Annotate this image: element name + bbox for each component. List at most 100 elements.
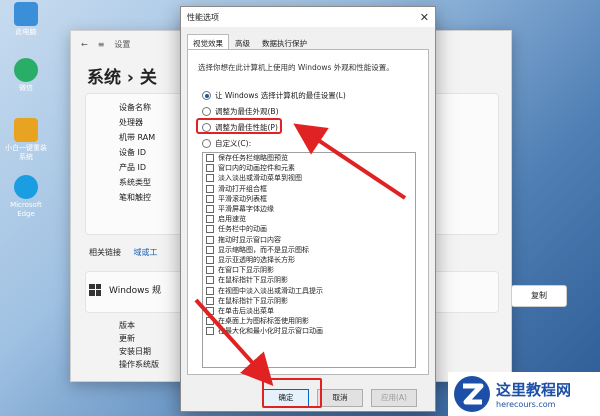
- checkbox[interactable]: [206, 174, 214, 183]
- related-links: 相关链接 域或工: [89, 247, 158, 258]
- visual-effects-list[interactable]: 保存任务栏缩略图预览 窗口内的动画控件和元素 淡入淡出或滑动菜单到视图 滑动打开组合框…: [202, 152, 416, 368]
- radio-label: 调整为最佳外观(B): [215, 107, 279, 116]
- highlight-best-performance: [196, 118, 282, 134]
- radio-label: 让 Windows 选择计算机的最佳设置(L): [215, 91, 346, 100]
- visual-effect-item[interactable]: 启用速览: [203, 214, 415, 224]
- checkbox[interactable]: [206, 154, 214, 163]
- visual-effect-item[interactable]: 在窗口下显示阴影: [203, 265, 415, 275]
- visual-effect-item[interactable]: 显示缩略图，而不是显示图标: [203, 245, 415, 255]
- radio-indicator: [202, 107, 211, 116]
- dialog-titlebar: 性能选项 ✕: [181, 7, 435, 27]
- apply-button[interactable]: 应用(A): [371, 389, 417, 407]
- checkbox[interactable]: [206, 306, 214, 315]
- visual-effect-item[interactable]: 在鼠标指针下显示阴影: [203, 275, 415, 285]
- visual-effect-item[interactable]: 拖动时显示窗口内容: [203, 235, 415, 245]
- dialog-title: 性能选项: [187, 12, 219, 22]
- checkbox[interactable]: [206, 235, 214, 244]
- visual-effect-label: 在视图中淡入淡出或滑动工具提示: [218, 286, 323, 295]
- copy-button[interactable]: 复制: [511, 285, 567, 307]
- intro-text: 选择你想在此计算机上使用的 Windows 外观和性能设置。: [198, 63, 394, 72]
- radio-custom[interactable]: 自定义(C):: [202, 138, 251, 149]
- checkbox[interactable]: [206, 215, 214, 224]
- site-watermark: 这里教程网 herecours.com: [448, 372, 600, 416]
- windows-spec-title: Windows 规: [109, 286, 162, 296]
- visual-effect-label: 显示亚透明的选择长方形: [218, 255, 295, 264]
- checkbox[interactable]: [206, 296, 214, 305]
- visual-effect-item[interactable]: 显示亚透明的选择长方形: [203, 255, 415, 265]
- win-spec-label: 安装日期: [119, 347, 151, 356]
- visual-effect-item[interactable]: 在鼠标指针下显示阴影: [203, 296, 415, 306]
- windows-spec-list: 版本 更新 安装日期 操作系统版: [119, 319, 159, 371]
- visual-effect-label: 淡入淡出或滑动菜单到视图: [218, 174, 302, 183]
- visual-effect-label: 平滑滚动列表框: [218, 194, 267, 203]
- visual-effect-label: 保存任务栏缩略图预览: [218, 154, 288, 163]
- desktop-icon-label: Microsoft Edge: [10, 201, 42, 218]
- checkbox[interactable]: [206, 184, 214, 193]
- wechat-icon: [14, 58, 38, 82]
- checkbox[interactable]: [206, 194, 214, 203]
- visual-effect-item[interactable]: 淡入淡出或滑动菜单到视图: [203, 173, 415, 183]
- checkbox[interactable]: [206, 164, 214, 173]
- edge-icon: [14, 175, 38, 199]
- desktop-icon-wechat[interactable]: 微信: [4, 58, 48, 93]
- desktop-icon-label: 此电脑: [15, 28, 37, 36]
- cancel-button[interactable]: 取消: [317, 389, 363, 407]
- settings-nav-title: 设置: [114, 39, 131, 49]
- radio-indicator: [202, 91, 211, 100]
- visual-effect-label: 滑动打开组合框: [218, 184, 267, 193]
- checkbox[interactable]: [206, 205, 214, 214]
- windows-spec-header: Windows 规: [89, 283, 161, 296]
- related-link-domain[interactable]: 域或工: [134, 248, 158, 257]
- windows-logo-icon: [89, 283, 101, 296]
- visual-effect-label: 在窗口下显示阴影: [218, 266, 274, 275]
- desktop-icon-label: 小白一键重装系统: [5, 144, 47, 161]
- visual-effect-label: 启用速览: [218, 215, 246, 224]
- watermark-cn: 这里教程网: [496, 381, 572, 399]
- visual-effect-label: 平滑屏幕字体边缘: [218, 205, 274, 214]
- checkbox[interactable]: [206, 317, 214, 326]
- checkbox[interactable]: [206, 286, 214, 295]
- visual-effect-item[interactable]: 任务栏中的动画: [203, 224, 415, 234]
- related-label: 相关链接: [89, 248, 121, 257]
- visual-effect-item[interactable]: 平滑滚动列表框: [203, 194, 415, 204]
- z-logo-icon: [454, 376, 490, 412]
- visual-effect-label: 拖动时显示窗口内容: [218, 235, 281, 244]
- visual-effect-item[interactable]: 在桌面上为图标标签使用阴影: [203, 316, 415, 326]
- visual-effect-item[interactable]: 在最大化和最小化时显示窗口动画: [203, 326, 415, 336]
- app-icon: [14, 118, 38, 142]
- checkbox[interactable]: [206, 245, 214, 254]
- desktop-icon-reinstall[interactable]: 小白一键重装系统: [4, 118, 48, 162]
- visual-effect-item[interactable]: 保存任务栏缩略图预览: [203, 153, 415, 163]
- checkbox[interactable]: [206, 266, 214, 275]
- performance-options-dialog: 性能选项 ✕ 视觉效果 高级 数据执行保护 选择你想在此计算机上使用的 Wind…: [180, 6, 436, 412]
- visual-effect-label: 显示缩略图，而不是显示图标: [218, 245, 309, 254]
- visual-effects-panel: 选择你想在此计算机上使用的 Windows 外观和性能设置。 让 Windows…: [187, 49, 429, 375]
- visual-effect-item[interactable]: 窗口内的动画控件和元素: [203, 163, 415, 173]
- checkbox[interactable]: [206, 225, 214, 234]
- visual-effect-label: 在最大化和最小化时显示窗口动画: [218, 327, 323, 336]
- visual-effect-item[interactable]: 在视图中淡入淡出或滑动工具提示: [203, 285, 415, 295]
- radio-best-appearance[interactable]: 调整为最佳外观(B): [202, 106, 279, 117]
- radio-indicator: [202, 139, 211, 148]
- desktop-icon-edge[interactable]: Microsoft Edge: [4, 175, 48, 219]
- page-title: 系统 › 关: [87, 68, 157, 88]
- back-arrow-icon[interactable]: ←: [81, 40, 88, 49]
- checkbox[interactable]: [206, 276, 214, 285]
- win-spec-label: 版本: [119, 321, 135, 330]
- visual-effect-item[interactable]: 平滑屏幕字体边缘: [203, 204, 415, 214]
- visual-effect-label: 在鼠标指针下显示阴影: [218, 296, 288, 305]
- visual-effect-label: 在单击后淡出菜单: [218, 306, 274, 315]
- visual-effect-item[interactable]: 在单击后淡出菜单: [203, 306, 415, 316]
- win-spec-label: 操作系统版: [119, 360, 159, 369]
- visual-effect-label: 在鼠标指针下显示阴影: [218, 276, 288, 285]
- win-spec-label: 更新: [119, 334, 135, 343]
- close-icon[interactable]: ✕: [420, 11, 429, 24]
- settings-gear-icon: ≡: [97, 39, 105, 49]
- desktop-icon-this-pc[interactable]: 此电脑: [4, 2, 48, 37]
- visual-effect-label: 任务栏中的动画: [218, 225, 267, 234]
- visual-effect-label: 窗口内的动画控件和元素: [218, 164, 295, 173]
- radio-let-windows-choose[interactable]: 让 Windows 选择计算机的最佳设置(L): [202, 90, 346, 101]
- checkbox[interactable]: [206, 327, 214, 336]
- visual-effect-item[interactable]: 滑动打开组合框: [203, 184, 415, 194]
- checkbox[interactable]: [206, 255, 214, 264]
